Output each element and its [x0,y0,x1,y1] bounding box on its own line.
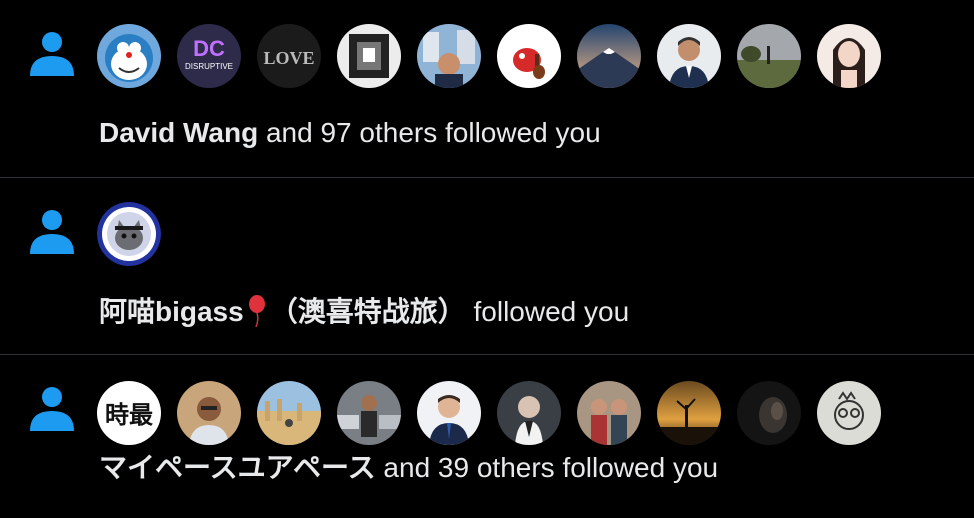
balloon-icon [248,295,265,327]
actor-name[interactable]: 阿喵bigass [99,296,244,327]
notification-text: マイペースユアペース and 39 others followed you [99,451,718,485]
shadow-face-avatar[interactable] [737,381,801,445]
cartoon-creature-avatar[interactable] [497,24,561,88]
notification-rest: followed you [465,296,630,327]
notification-item[interactable]: 阿喵bigass （澳喜特战旅） followed you [0,177,974,354]
calligraphy-avatar[interactable]: 時最 [97,381,161,445]
notification-item[interactable]: DC DISRUPTIVE LOVE David Wang and 97 oth… [0,0,974,177]
notification-item[interactable]: 時最 マイペースユアペース and 39 others followed you [0,354,974,518]
man-tie-avatar[interactable] [417,381,481,445]
person-icon [30,210,74,254]
man-glasses-avatar[interactable] [177,381,241,445]
svg-text:時最: 時最 [105,401,154,429]
park-avatar[interactable] [737,24,801,88]
avatar-row: DC DISRUPTIVE LOVE [97,24,881,88]
two-men-avatar[interactable] [577,381,641,445]
person-icon [30,32,74,76]
notifications-feed: DC DISRUPTIVE LOVE David Wang and 97 oth… [0,0,974,518]
sunset-avatar[interactable] [657,381,721,445]
man-suit-avatar[interactable] [657,24,721,88]
avatar-row [97,202,161,266]
avatar-row: 時最 [97,381,881,445]
man-city-avatar[interactable] [417,24,481,88]
framed-photo-avatar[interactable] [337,24,401,88]
cat-badge-avatar[interactable] [97,202,161,266]
mount-fuji-avatar[interactable] [577,24,641,88]
disruptive-concepts-avatar[interactable]: DC DISRUPTIVE [177,24,241,88]
actor-name-suffix[interactable]: （澳喜特战旅） [270,296,466,327]
notification-text: David Wang and 97 others followed you [99,116,601,150]
svg-text:DC: DC [193,36,225,61]
svg-text:DISRUPTIVE: DISRUPTIVE [185,62,233,71]
notification-rest: and 97 others followed you [258,117,601,148]
love-sign-avatar[interactable]: LOVE [257,24,321,88]
woman-portrait-avatar[interactable] [817,24,881,88]
man-dark-avatar[interactable] [497,381,561,445]
notification-text: 阿喵bigass （澳喜特战旅） followed you [99,293,629,329]
sketch-face-avatar[interactable] [817,381,881,445]
ruins-avatar[interactable] [257,381,321,445]
actor-name[interactable]: David Wang [99,117,258,148]
doraemon-avatar[interactable] [97,24,161,88]
person-icon [30,387,74,431]
notification-rest: and 39 others followed you [375,452,719,483]
svg-text:LOVE: LOVE [263,48,314,68]
man-cars-avatar[interactable] [337,381,401,445]
actor-name[interactable]: マイペースユアペース [99,452,376,483]
